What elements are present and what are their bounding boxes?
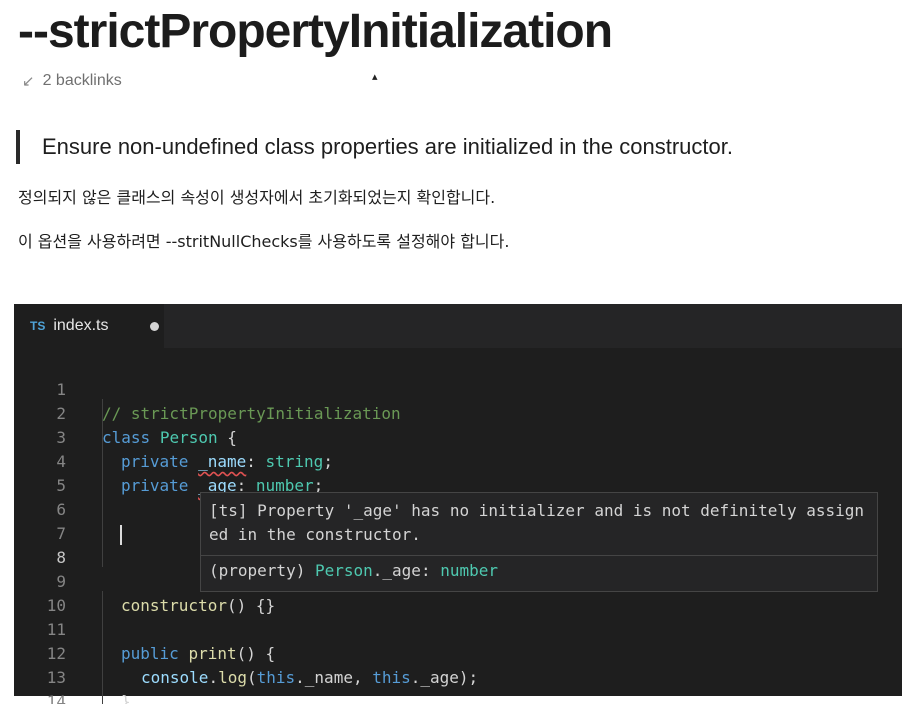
code-line-14: 14 } (14, 666, 902, 704)
code-line-3: 3 private _name: string; (14, 402, 902, 471)
code-line-4: 4 private _age: number; (14, 426, 902, 495)
code-line-1: 1 // strictPropertyInitialization (14, 354, 902, 423)
hover-tooltip: [ts] Property '_age' has no initializer … (200, 492, 878, 592)
code-line-13: 13 } (14, 642, 902, 704)
editor-tab-index-ts[interactable]: TS index.ts (14, 304, 164, 348)
code-line-5: 5 (14, 450, 902, 495)
quote-text: Ensure non-undefined class properties ar… (42, 134, 733, 159)
signature-class: Person (314, 561, 373, 580)
blockquote: Ensure non-undefined class properties ar… (16, 130, 733, 164)
text-cursor (120, 525, 122, 545)
page-title: --strictPropertyInitialization (18, 5, 613, 58)
unsaved-dot-icon[interactable] (150, 322, 159, 331)
mouse-pointer-icon: ▴ (372, 71, 378, 83)
type-signature: (property) Person._age: number (209, 559, 498, 583)
backlinks-link[interactable]: ↙ 2 backlinks (22, 72, 122, 90)
code-line-12: 12 console.log(this._name, this._age); (14, 618, 902, 687)
code-line-2: 2 class Person { (14, 378, 902, 447)
error-message: [ts] Property '_age' has no initializer … (209, 501, 865, 544)
tooltip-divider (201, 555, 877, 556)
code-editor-screenshot: TS index.ts 1 // strictPropertyInitializ… (14, 304, 902, 704)
code-line-11: 11 public print() { (14, 594, 902, 663)
typescript-file-icon: TS (30, 319, 46, 333)
code-punct: : (420, 561, 441, 580)
editor-tab-bar: TS index.ts (14, 304, 902, 348)
code-punct: } (121, 692, 131, 704)
page: --strictPropertyInitialization ↙ 2 backl… (0, 0, 910, 704)
paragraph-1: 정의되지 않은 클래스의 속성이 생성자에서 초기화되었는지 확인합니다. (18, 188, 496, 207)
signature-type: number (440, 561, 498, 580)
signature-prefix: (property) (209, 561, 315, 580)
backlinks-label: 2 backlinks (42, 72, 122, 89)
line-number: 14 (46, 692, 66, 704)
signature-member: ._age (372, 561, 421, 580)
tab-filename: index.ts (53, 317, 109, 334)
paragraph-2: 이 옵션을 사용하려면 --stritNullChecks를 사용하도록 설정해… (18, 232, 510, 251)
backlink-arrow-icon: ↙ (22, 73, 35, 90)
